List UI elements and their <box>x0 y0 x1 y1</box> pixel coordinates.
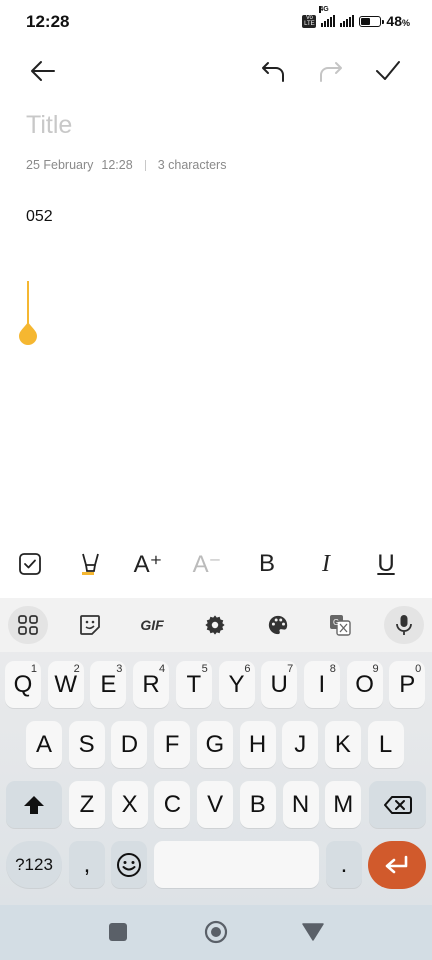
key-label: O <box>355 670 374 698</box>
key-number-hint: 0 <box>415 663 422 675</box>
key-g[interactable]: G <box>196 721 233 768</box>
emoji-icon <box>117 852 141 877</box>
key-v[interactable]: V <box>197 781 234 828</box>
key-r[interactable]: R4 <box>133 661 170 708</box>
battery-icon <box>359 15 385 27</box>
home-circle-icon[interactable] <box>204 920 228 944</box>
key-q[interactable]: Q1 <box>5 661 41 708</box>
title-input[interactable]: Title <box>26 111 72 140</box>
key-number-hint: 5 <box>201 663 208 675</box>
key-label: R <box>142 670 160 698</box>
font-size-decrease-button[interactable]: A⁻ <box>191 548 223 580</box>
key-m[interactable]: M <box>325 781 362 828</box>
undo-icon[interactable] <box>258 56 288 86</box>
key-label: Y <box>228 670 245 698</box>
key-y[interactable]: Y6 <box>218 661 255 708</box>
key-label: E <box>100 670 117 698</box>
signal-icon-sim1: 4G <box>319 6 336 27</box>
checklist-icon[interactable] <box>14 548 46 580</box>
key-p[interactable]: P0 <box>389 661 426 708</box>
key-w[interactable]: W2 <box>47 661 84 708</box>
key-t[interactable]: T5 <box>175 661 212 708</box>
backspace-icon <box>383 795 412 814</box>
svg-text:G: G <box>333 618 339 627</box>
key-i[interactable]: I8 <box>303 661 340 708</box>
key-e[interactable]: E3 <box>90 661 127 708</box>
status-time: 12:28 <box>26 12 70 31</box>
key-number-hint: 2 <box>73 663 80 675</box>
gif-button[interactable]: GIF <box>132 606 172 644</box>
key-n[interactable]: N <box>282 781 319 828</box>
key-k[interactable]: K <box>324 721 361 768</box>
key-label: U <box>270 670 288 698</box>
shift-key[interactable] <box>6 781 62 828</box>
key-number-hint: 3 <box>116 663 123 675</box>
translate-icon[interactable]: G <box>320 606 360 644</box>
key-number-hint: 4 <box>158 663 166 675</box>
key-number-hint: 8 <box>329 663 336 675</box>
keyboard: GIF G Q1W2E3R4T5Y6U7I8O9P0ASDFGHJKLZXCVB… <box>0 598 432 905</box>
key-l[interactable]: L <box>367 721 404 768</box>
settings-gear-icon[interactable] <box>195 606 235 644</box>
key-o[interactable]: O9 <box>346 661 383 708</box>
navigation-bar <box>0 905 432 960</box>
redo-icon[interactable] <box>316 56 346 86</box>
key-h[interactable]: H <box>239 721 276 768</box>
note-time: 12:28 <box>101 158 133 172</box>
battery-percent: 48% <box>386 13 410 29</box>
key-x[interactable]: X <box>111 781 148 828</box>
period-key[interactable]: . <box>326 841 362 888</box>
key-label: P <box>399 670 416 698</box>
theme-palette-icon[interactable] <box>258 606 298 644</box>
sticker-icon[interactable] <box>70 606 110 644</box>
key-f[interactable]: F <box>154 721 191 768</box>
comma-key[interactable]: , <box>69 841 105 888</box>
recents-square-icon[interactable] <box>109 923 127 941</box>
enter-key[interactable] <box>368 841 426 889</box>
italic-button[interactable]: I <box>310 548 342 580</box>
key-c[interactable]: C <box>154 781 191 828</box>
key-number-hint: 1 <box>30 663 37 675</box>
key-a[interactable]: A <box>26 721 62 768</box>
char-count: 3 characters <box>157 158 227 172</box>
highlighter-icon[interactable] <box>74 548 106 580</box>
enter-icon <box>385 855 408 874</box>
key-label: I <box>318 670 326 698</box>
symbols-key[interactable]: ?123 <box>6 841 62 888</box>
apps-grid-icon[interactable] <box>8 606 48 644</box>
note-meta: 25 February 12:28 3 characters <box>26 158 226 172</box>
save-check-icon[interactable] <box>373 56 403 86</box>
note-body[interactable]: 052 <box>26 208 53 226</box>
network-type: 4G <box>319 6 329 13</box>
key-number-hint: 7 <box>287 663 294 675</box>
space-bar[interactable] <box>154 841 319 888</box>
shift-icon <box>24 795 44 814</box>
key-number-hint: 9 <box>372 663 379 675</box>
key-u[interactable]: U7 <box>261 661 298 708</box>
back-triangle-icon[interactable] <box>302 923 324 941</box>
back-arrow-icon[interactable] <box>28 56 58 86</box>
microphone-icon[interactable] <box>384 606 424 644</box>
key-s[interactable]: S <box>68 721 105 768</box>
key-z[interactable]: Z <box>69 781 105 828</box>
underline-button[interactable]: U <box>370 548 402 580</box>
signal-icon-sim2 <box>340 15 355 27</box>
font-size-increase-button[interactable]: A⁺ <box>132 548 164 580</box>
key-label: Q <box>13 670 33 698</box>
emoji-key[interactable] <box>111 841 147 888</box>
status-icons: Vo LTE 4G 48% <box>302 6 410 29</box>
key-number-hint: 6 <box>244 663 251 675</box>
bold-button[interactable]: B <box>251 548 283 580</box>
meta-divider <box>144 159 146 171</box>
key-d[interactable]: D <box>111 721 148 768</box>
key-j[interactable]: J <box>282 721 319 768</box>
note-date: 25 February <box>26 158 94 172</box>
key-b[interactable]: B <box>239 781 276 828</box>
keyboard-toolbar: GIF G <box>0 598 432 652</box>
cursor-handle[interactable] <box>18 281 38 346</box>
key-label: T <box>186 670 202 698</box>
backspace-key[interactable] <box>369 781 426 828</box>
volte-icon: Vo LTE <box>302 14 317 28</box>
